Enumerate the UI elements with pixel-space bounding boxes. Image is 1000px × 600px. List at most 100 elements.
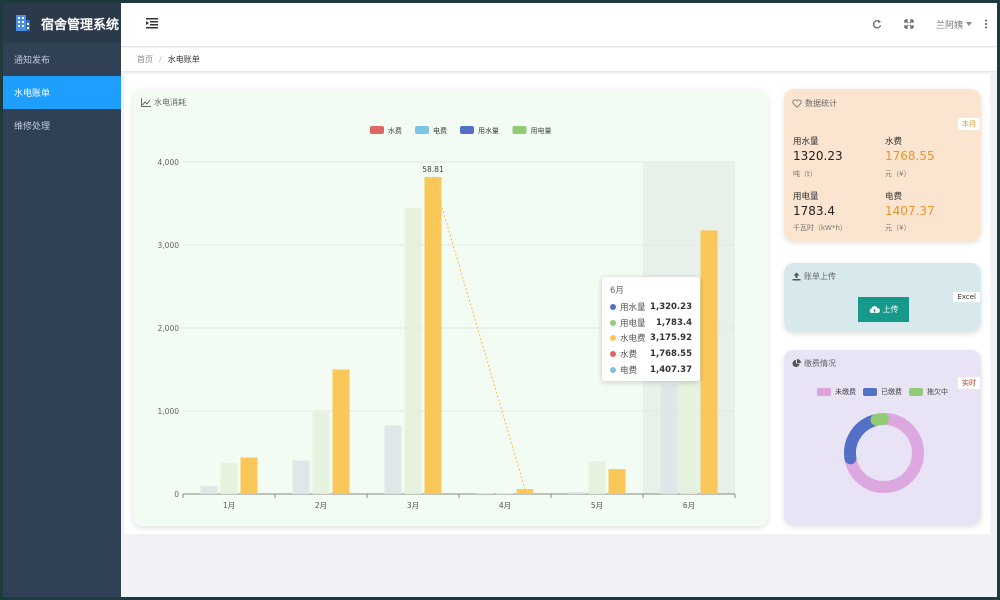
legend-dot [610, 303, 616, 310]
x-tick-label: 5月 [591, 501, 603, 510]
legend-label: 用水量 [478, 126, 499, 135]
sidebar-item-notice[interactable]: 通知发布 [3, 43, 121, 76]
logo: 宿舍管理系统 [3, 3, 121, 43]
tooltip-row: 用电量 1,783.4 [610, 315, 692, 331]
donut-slice-已缴费[interactable] [844, 414, 881, 465]
tooltip-title: 6月 [610, 286, 624, 296]
bar-电费 [312, 411, 330, 494]
menu-fold-icon[interactable] [146, 17, 158, 29]
power-usage-unit: 千瓦时（kW*h） [793, 224, 847, 232]
legend-label: 用电量 [531, 126, 552, 135]
x-tick-label: 1月 [223, 501, 235, 510]
chevron-down-icon[interactable] [966, 22, 972, 26]
bar-电费 [220, 462, 238, 494]
y-tick-label: 3,000 [158, 241, 180, 250]
tooltip-row-value: 1,768.55 [650, 349, 692, 360]
legend-dot [610, 335, 616, 342]
legend-swatch [512, 126, 527, 134]
y-tick-label: 0 [174, 490, 179, 499]
legend-swatch [370, 126, 384, 134]
building-icon [16, 15, 30, 31]
legend-dot [610, 367, 616, 374]
legend-swatch [415, 126, 429, 134]
payment-status-card: 缴费情况 实时 未缴费 已缴费 拖欠中 [784, 350, 981, 525]
upload-card: 账单上传 Excel 上传 [784, 263, 981, 332]
breadcrumb-home[interactable]: 首页 [137, 54, 153, 65]
fullscreen-icon[interactable] [904, 19, 914, 29]
water-usage-unit: 吨（t） [793, 170, 817, 178]
sidebar-item-label: 水电账单 [14, 89, 51, 99]
power-usage-label: 用电量 [793, 192, 819, 202]
stats-title: 数据统计 [805, 99, 837, 108]
heart-icon [792, 99, 802, 108]
breadcrumb: 首页 / 水电账单 [121, 48, 997, 72]
donut-slice-拖欠中[interactable] [870, 413, 889, 426]
sidebar: 宿舍管理系统 通知发布 水电账单 维修处理 [3, 3, 121, 597]
x-tick-label: 6月 [683, 501, 695, 510]
sidebar-item-label: 通知发布 [14, 56, 51, 66]
y-tick-label: 4,000 [158, 158, 180, 167]
user-menu[interactable]: 兰阿姨 [936, 18, 963, 31]
x-tick-label: 4月 [499, 501, 511, 510]
bar-水电费 [700, 230, 718, 495]
tooltip-row: 用水量 1,320.23 [610, 299, 692, 315]
tooltip-row-name: 电费 [620, 366, 638, 377]
top-header: 兰阿姨 [121, 3, 997, 47]
bar-水电费 [516, 489, 534, 494]
card-title: 账单上传 [792, 271, 836, 282]
power-fee-unit: 元（¥） [885, 224, 911, 232]
bar-水电费 [424, 176, 442, 494]
legend-dot [610, 351, 616, 358]
tooltip-row-name: 水费 [620, 350, 638, 361]
sidebar-item-label: 维修处理 [14, 122, 51, 132]
bar-水电费 [608, 469, 626, 494]
data-label: 58.81 [422, 165, 444, 174]
sidebar-item-bills[interactable]: 水电账单 [3, 76, 121, 109]
water-fee-unit: 元（¥） [885, 170, 911, 178]
power-fee-label: 电费 [885, 192, 903, 202]
app-title: 宿舍管理系统 [41, 17, 120, 33]
upload-title: 账单上传 [804, 272, 836, 281]
month-badge: 本月 [958, 118, 980, 130]
stats-card: 数据统计 本月 用水量 1320.23 吨（t） 水费 1768.55 元（¥）… [784, 89, 981, 241]
x-tick-label: 2月 [315, 501, 327, 510]
sidebar-item-repair[interactable]: 维修处理 [3, 109, 121, 142]
refresh-icon[interactable] [872, 19, 882, 29]
legend-dot [610, 319, 616, 326]
tooltip-row-name: 用水量 [620, 302, 646, 313]
bar-水费 [568, 491, 586, 494]
tooltip-row-name: 用电量 [620, 318, 646, 329]
tooltip-row-value: 1,783.4 [655, 317, 692, 328]
tooltip-row: 水费 1,768.55 [610, 346, 692, 362]
chart-tooltip: 6月 用水量 1,320.23 用电量 1,783.4 水电费 3,175.92 水费… [602, 277, 700, 381]
more-vertical-icon[interactable] [984, 19, 988, 29]
breadcrumb-current: 水电账单 [167, 55, 200, 64]
breadcrumb-separator: / [159, 55, 162, 64]
power-fee-value: 1407.37 [885, 204, 935, 218]
cloud-upload-icon [869, 306, 880, 313]
tooltip-row: 电费 1,407.37 [610, 362, 692, 378]
power-usage-value: 1783.4 [793, 204, 835, 218]
upload-button[interactable]: 上传 [858, 297, 909, 322]
tooltip-row: 水电费 3,175.92 [610, 331, 692, 347]
water-usage-value: 1320.23 [793, 149, 843, 163]
tooltip-row-value: 1,320.23 [650, 301, 692, 312]
x-tick-label: 3月 [407, 501, 419, 510]
legend-label: 电费 [433, 126, 447, 135]
bar-水费 [292, 460, 310, 494]
upload-button-label: 上传 [882, 305, 899, 314]
water-fee-label: 水费 [885, 137, 903, 147]
bar-水费 [200, 486, 218, 494]
card-title: 数据统计 [792, 98, 837, 109]
y-tick-label: 2,000 [158, 324, 180, 333]
legend-swatch [460, 126, 474, 134]
bar-水电费 [332, 369, 350, 494]
upload-icon [792, 272, 801, 281]
legend-label: 水费 [388, 126, 402, 135]
tooltip-row-value: 3,175.92 [650, 333, 692, 344]
tooltip-row-value: 1,407.37 [650, 365, 692, 376]
tooltip-row-name: 水电费 [620, 334, 646, 345]
water-fee-value: 1768.55 [885, 149, 935, 163]
total-trend-line [432, 176, 526, 490]
bar-电费 [588, 461, 606, 494]
